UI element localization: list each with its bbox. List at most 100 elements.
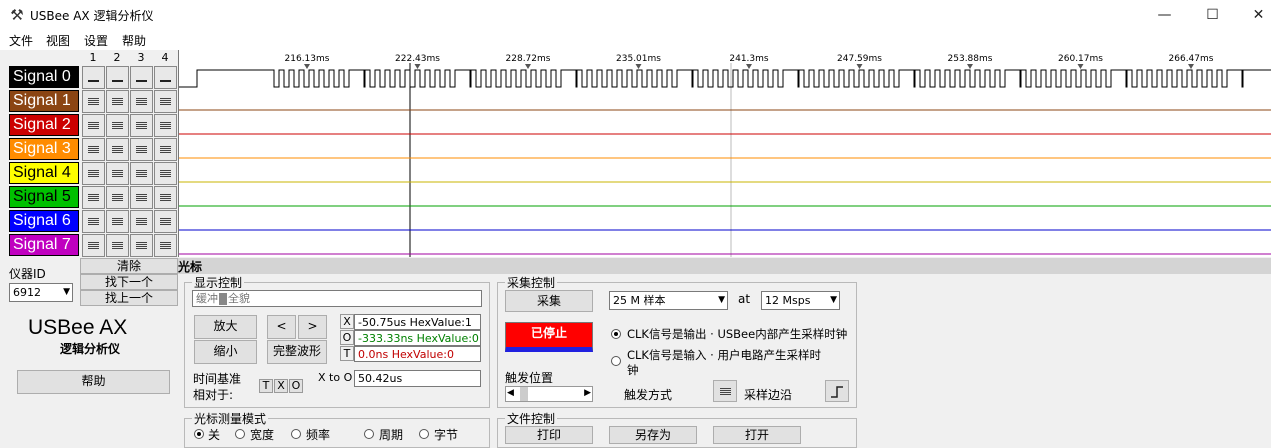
- low-level-icon: [112, 79, 123, 82]
- signal-label-0[interactable]: Signal 0: [9, 66, 79, 88]
- dont-care-icon: [112, 242, 123, 249]
- menu-help[interactable]: 帮助: [122, 32, 146, 49]
- channel-2-trigger-4[interactable]: [154, 114, 177, 137]
- channel-0-trigger-3[interactable]: [130, 66, 153, 89]
- menu-file[interactable]: 文件: [9, 32, 33, 49]
- clear-button[interactable]: 清除: [80, 258, 178, 274]
- timebase-t-button[interactable]: T: [259, 379, 273, 393]
- waveform-area[interactable]: 216.13ms 222.43ms 228.72ms 235.01ms 241.3ms 2…: [178, 50, 1271, 257]
- channel-6-trigger-3[interactable]: [130, 210, 153, 233]
- channel-4-trigger-4[interactable]: [154, 162, 177, 185]
- close-button[interactable]: ✕: [1236, 0, 1271, 30]
- channel-6-trigger-1[interactable]: [82, 210, 105, 233]
- capture-button[interactable]: 采集: [505, 290, 593, 312]
- channel-2-trigger-3[interactable]: [130, 114, 153, 137]
- minimize-button[interactable]: —: [1142, 0, 1187, 30]
- save-as-button[interactable]: 另存为: [609, 426, 697, 444]
- slider-thumb[interactable]: [520, 387, 528, 401]
- time-marker: [304, 64, 310, 69]
- menu-settings[interactable]: 设置: [84, 32, 108, 49]
- time-marker: [414, 64, 421, 69]
- measure-byte-radio[interactable]: [419, 429, 429, 439]
- channel-5-trigger-2[interactable]: [106, 186, 129, 209]
- channel-6-trigger-2[interactable]: [106, 210, 129, 233]
- time-label: 266.47ms: [1169, 54, 1214, 64]
- t-cursor-label: T: [340, 346, 354, 361]
- maximize-button[interactable]: ☐: [1190, 0, 1235, 30]
- channel-7-trigger-2[interactable]: [106, 234, 129, 257]
- find-prev-button[interactable]: 找上一个: [80, 290, 178, 306]
- full-wave-button[interactable]: 完整波形: [267, 340, 327, 364]
- channel-3-trigger-4[interactable]: [154, 138, 177, 161]
- print-button[interactable]: 打印: [505, 426, 593, 444]
- channel-4-trigger-1[interactable]: [82, 162, 105, 185]
- dont-care-icon: [88, 98, 99, 105]
- waveform-canvas[interactable]: 216.13ms 222.43ms 228.72ms 235.01ms 241.3ms 2…: [179, 50, 1271, 257]
- channel-3-trigger-2[interactable]: [106, 138, 129, 161]
- overview-thumb[interactable]: [219, 293, 227, 305]
- measure-width-radio[interactable]: [235, 429, 245, 439]
- channel-5-trigger-1[interactable]: [82, 186, 105, 209]
- dont-care-icon: [136, 218, 147, 225]
- channel-7-trigger-4[interactable]: [154, 234, 177, 257]
- timebase-x-button[interactable]: X: [274, 379, 288, 393]
- zoom-in-button[interactable]: 放大: [194, 315, 257, 339]
- signal-label-3[interactable]: Signal 3: [9, 138, 79, 160]
- channel-1-trigger-2[interactable]: [106, 90, 129, 113]
- time-marker: [1188, 64, 1194, 69]
- channel-0-trigger-1[interactable]: [82, 66, 105, 89]
- right-arrow-icon[interactable]: ▶: [584, 388, 591, 398]
- signal-label-2[interactable]: Signal 2: [9, 114, 79, 136]
- channel-2-trigger-1[interactable]: [82, 114, 105, 137]
- time-label: 241.3ms: [729, 54, 769, 64]
- dont-care-icon: [136, 242, 147, 249]
- signal-label-5[interactable]: Signal 5: [9, 186, 79, 208]
- sample-rate-select[interactable]: 12 Msps ▼: [761, 291, 840, 310]
- left-arrow-icon[interactable]: ◀: [507, 388, 514, 398]
- channel-0-trigger-2[interactable]: [106, 66, 129, 89]
- channel-1-trigger-3[interactable]: [130, 90, 153, 113]
- scroll-left-button[interactable]: <: [267, 315, 296, 339]
- channel-5-trigger-3[interactable]: [130, 186, 153, 209]
- signal-label-1[interactable]: Signal 1: [9, 90, 79, 112]
- channel-7-trigger-3[interactable]: [130, 234, 153, 257]
- sample-edge-button[interactable]: [825, 380, 849, 402]
- channel-4-trigger-2[interactable]: [106, 162, 129, 185]
- channel-3-trigger-3[interactable]: [130, 138, 153, 161]
- time-label: 253.88ms: [948, 54, 993, 64]
- channel-5-trigger-4[interactable]: [154, 186, 177, 209]
- find-next-button[interactable]: 找下一个: [80, 274, 178, 290]
- signal-label-7[interactable]: Signal 7: [9, 234, 79, 256]
- time-marker: [746, 64, 752, 69]
- measure-period-radio[interactable]: [364, 429, 374, 439]
- zoom-out-button[interactable]: 缩小: [194, 340, 257, 364]
- signal-label-4[interactable]: Signal 4: [9, 162, 79, 184]
- clk-input-radio[interactable]: [611, 356, 621, 366]
- channel-4-trigger-3[interactable]: [130, 162, 153, 185]
- device-id-select[interactable]: 6912 ▼: [9, 283, 73, 302]
- channel-0-trigger-4[interactable]: [154, 66, 177, 89]
- menu-view[interactable]: 视图: [46, 32, 70, 49]
- channel-2-trigger-2[interactable]: [106, 114, 129, 137]
- measure-frequency-radio[interactable]: [291, 429, 301, 439]
- timebase-o-button[interactable]: O: [289, 379, 303, 393]
- channel-1-trigger-4[interactable]: [154, 90, 177, 113]
- trigger-position-slider[interactable]: ◀ ▶: [505, 386, 593, 402]
- clk-output-radio[interactable]: [611, 329, 621, 339]
- dont-care-icon: [136, 146, 147, 153]
- measure-off-radio[interactable]: [194, 429, 204, 439]
- overview-field[interactable]: 缓冲 全貌: [192, 290, 482, 307]
- channel-6-trigger-4[interactable]: [154, 210, 177, 233]
- sample-count-select[interactable]: 25 M 样本 ▼: [609, 291, 728, 310]
- scroll-right-button[interactable]: >: [298, 315, 327, 339]
- trigger-mode-label: 触发方式: [624, 388, 673, 402]
- channel-1-trigger-1[interactable]: [82, 90, 105, 113]
- file-control-title: 文件控制: [505, 410, 558, 427]
- help-button[interactable]: 帮助: [17, 370, 170, 394]
- low-level-icon: [136, 79, 147, 82]
- signal-label-6[interactable]: Signal 6: [9, 210, 79, 232]
- open-button[interactable]: 打开: [713, 426, 801, 444]
- channel-3-trigger-1[interactable]: [82, 138, 105, 161]
- trigger-mode-button[interactable]: [713, 380, 737, 402]
- channel-7-trigger-1[interactable]: [82, 234, 105, 257]
